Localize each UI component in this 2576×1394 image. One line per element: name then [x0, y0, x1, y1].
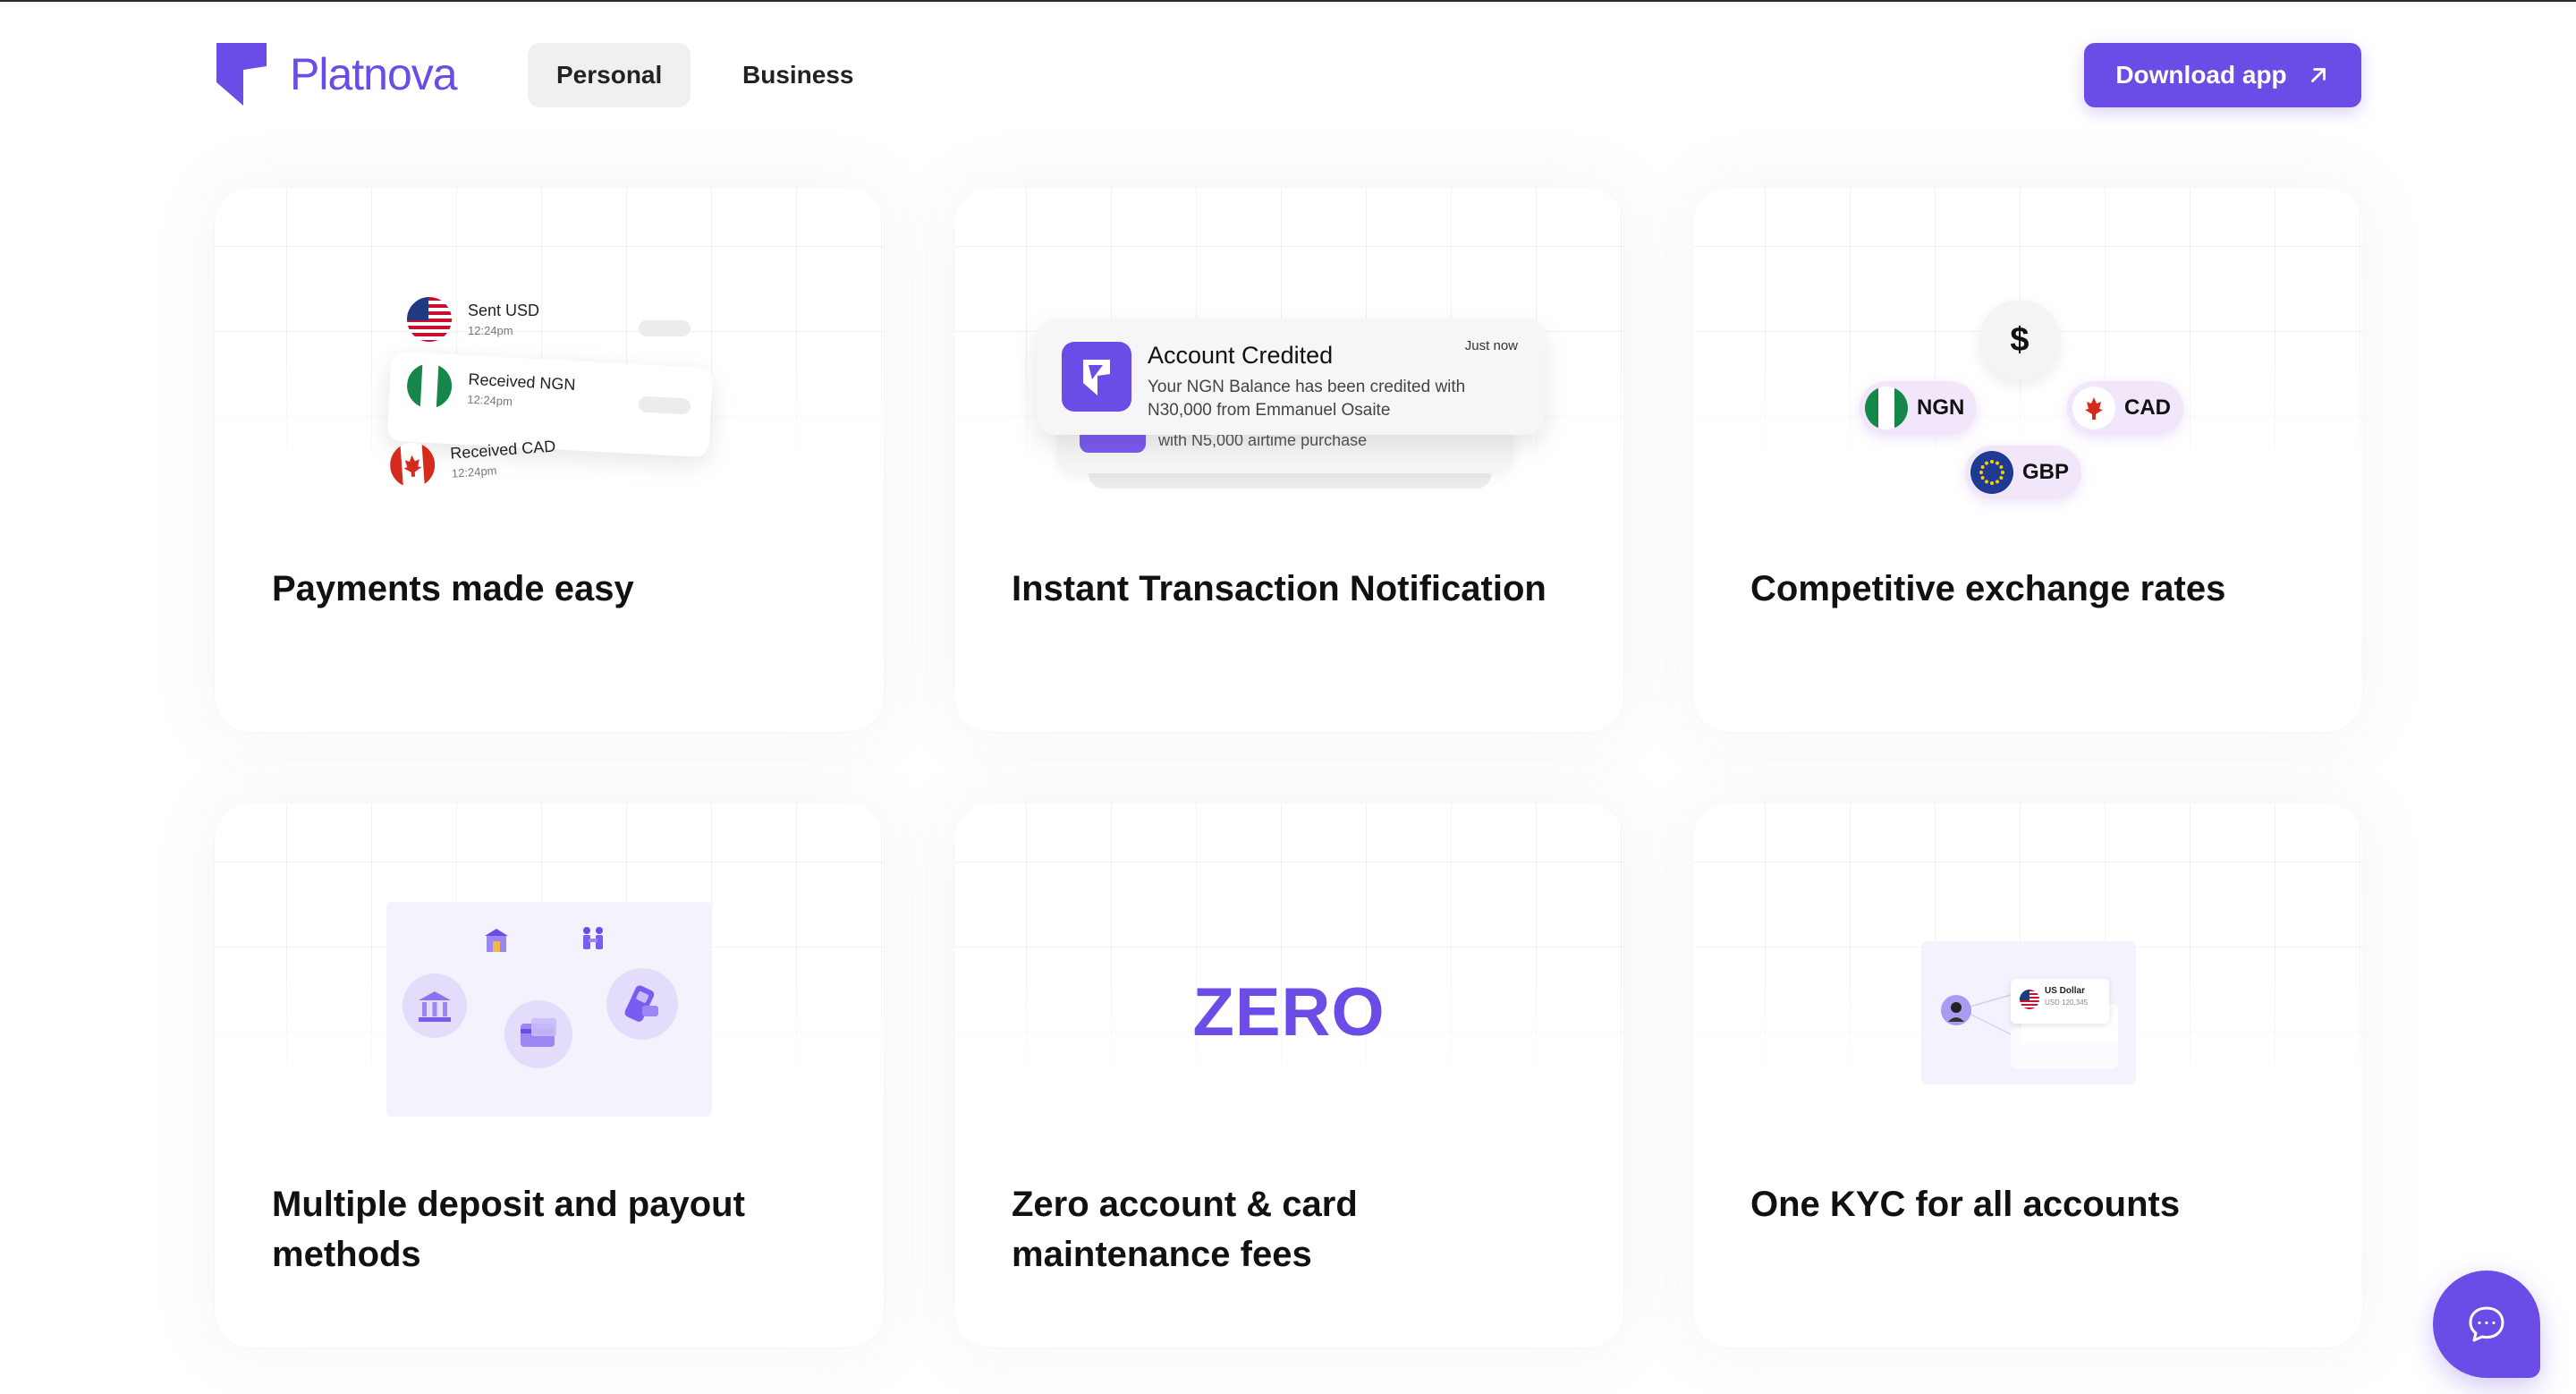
- feature-card-payments: Sent USD 12:24pm Received NGN 12:24pm Re…: [215, 188, 884, 732]
- deposit-methods-illustration: [386, 902, 712, 1117]
- ng-flag-icon: [1865, 387, 1908, 429]
- transaction-label: Sent USD: [468, 302, 540, 319]
- currency-code: GBP: [2022, 460, 2070, 484]
- card-title: One KYC for all accounts: [1750, 1185, 2181, 1224]
- top-navigation: Platnova Personal Business Download app: [0, 2, 2576, 145]
- chat-bubble-icon: [2469, 1306, 2504, 1342]
- card-title: Instant Transaction Notification: [1012, 569, 1546, 608]
- transaction-time: 12:24pm: [468, 324, 513, 337]
- currency-pill-cad: CAD: [2067, 381, 2183, 435]
- dollar-icon: $: [1979, 300, 2060, 380]
- people-transfer-icon: [578, 923, 608, 954]
- pos-terminal-icon: [606, 968, 678, 1040]
- logo-text: Platnova: [290, 49, 458, 99]
- transaction-time: 12:24pm: [451, 463, 497, 480]
- tab-personal[interactable]: Personal: [528, 43, 691, 107]
- user-avatar-icon: [1941, 995, 1971, 1025]
- currency-code: NGN: [1917, 395, 1965, 420]
- account-placeholder-card: [2011, 1027, 2118, 1068]
- feature-card-exchange: $ NGN CAD GBP Competitive exchange rates: [1693, 188, 2362, 732]
- us-flag-icon: [2020, 990, 2039, 1009]
- transaction-item: Sent USD 12:24pm: [407, 297, 539, 342]
- card-title: Competitive exchange rates: [1750, 569, 2226, 608]
- feature-card-deposit: Multiple deposit and payout methods: [215, 803, 884, 1347]
- currency-code: CAD: [2124, 395, 2171, 420]
- logo[interactable]: Platnova: [216, 43, 458, 106]
- transaction-label: Received CAD: [449, 437, 556, 463]
- feature-card-notification: with N5,000 airtime purchase Account Cre…: [954, 188, 1623, 732]
- ng-flag-icon: [405, 362, 453, 410]
- ca-flag-icon: [2072, 387, 2115, 429]
- card-title: Zero account & card maintenance fees: [1012, 1185, 1358, 1274]
- card-title: Multiple deposit and payout methods: [272, 1185, 745, 1274]
- tab-business[interactable]: Business: [714, 43, 883, 107]
- placeholder-pill: [638, 395, 691, 415]
- transaction-label: Received NGN: [468, 370, 576, 394]
- currency-pill-gbp: GBP: [1965, 446, 2082, 499]
- platnova-app-icon: [1062, 342, 1131, 412]
- arrow-up-right-icon: [2310, 68, 2326, 82]
- store-icon: [481, 925, 512, 956]
- card-title: Payments made easy: [272, 569, 634, 608]
- notification-time: Just now: [1464, 338, 1518, 353]
- card-payment-icon: [504, 1000, 572, 1068]
- kyc-illustration: US Dollar USD 120,345: [1921, 941, 2136, 1084]
- usd-account-card: US Dollar USD 120,345: [2011, 979, 2109, 1024]
- us-flag-icon: [407, 297, 452, 342]
- download-app-button[interactable]: Download app: [2084, 43, 2361, 107]
- placeholder-pill: [639, 320, 691, 336]
- notification-title: Account Credited: [1148, 342, 1334, 369]
- zero-headline: ZERO: [1192, 974, 1385, 1050]
- eu-flag-icon: [1970, 451, 2013, 494]
- feature-card-zero-fees: ZERO Zero account & card maintenance fee…: [954, 803, 1623, 1347]
- bank-icon: [402, 973, 467, 1038]
- ca-flag-icon: [388, 441, 436, 489]
- feature-card-kyc: US Dollar USD 120,345 One KYC for all ac…: [1693, 803, 2362, 1347]
- grid-background: [954, 803, 1623, 1099]
- account-currency-label: US Dollar: [2045, 986, 2086, 996]
- currency-pill-ngn: NGN: [1860, 381, 1978, 435]
- transaction-item: Received NGN 12:24pm: [405, 362, 576, 416]
- platnova-logo-icon: [216, 43, 267, 106]
- chat-support-button[interactable]: [2433, 1271, 2540, 1378]
- download-app-label: Download app: [2115, 61, 2287, 89]
- transaction-time: 12:24pm: [466, 392, 513, 409]
- notification-body: Your NGN Balance has been credited with …: [1148, 378, 1466, 420]
- notification-card: Account Credited Your NGN Balance has be…: [1037, 319, 1545, 435]
- account-balance: USD 120,345: [2045, 999, 2089, 1007]
